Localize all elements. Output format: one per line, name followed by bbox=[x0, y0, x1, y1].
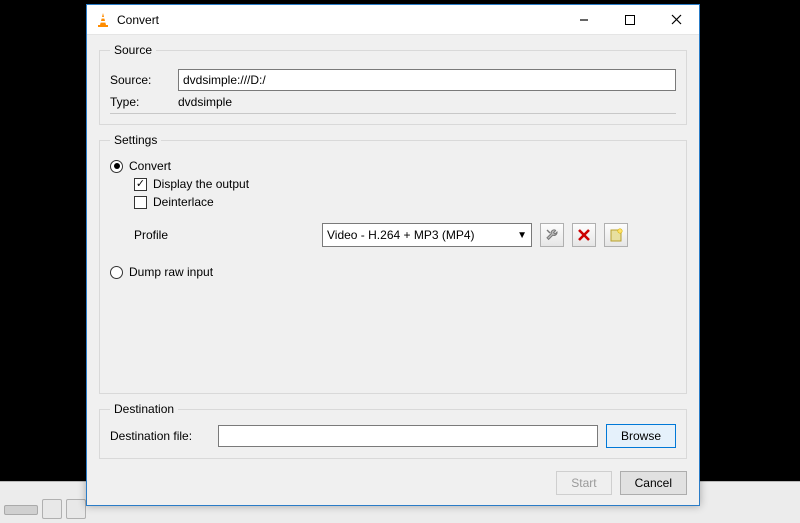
vlc-btn-2[interactable] bbox=[66, 499, 86, 519]
delete-icon bbox=[576, 227, 592, 243]
destination-file-label: Destination file: bbox=[110, 429, 210, 443]
display-output-label: Display the output bbox=[153, 177, 249, 191]
destination-file-input[interactable] bbox=[218, 425, 598, 447]
new-profile-icon bbox=[608, 227, 624, 243]
browse-button[interactable]: Browse bbox=[606, 424, 676, 448]
radio-icon bbox=[110, 266, 123, 279]
window-title: Convert bbox=[117, 13, 561, 27]
minimize-button[interactable] bbox=[561, 5, 607, 34]
source-legend: Source bbox=[110, 43, 156, 57]
vlc-btn-1[interactable] bbox=[42, 499, 62, 519]
vlc-cone-icon bbox=[95, 12, 111, 28]
new-profile-button[interactable] bbox=[604, 223, 628, 247]
convert-dialog: Convert Source Source: bbox=[86, 4, 700, 506]
titlebar: Convert bbox=[87, 5, 699, 35]
deinterlace-label: Deinterlace bbox=[153, 195, 214, 209]
radio-icon bbox=[110, 160, 123, 173]
convert-radio-label: Convert bbox=[129, 159, 171, 173]
source-separator bbox=[110, 113, 676, 114]
dump-raw-label: Dump raw input bbox=[129, 265, 213, 279]
destination-group: Destination Destination file: Browse bbox=[99, 402, 687, 459]
deinterlace-checkbox[interactable]: Deinterlace bbox=[134, 195, 214, 209]
close-icon bbox=[671, 14, 682, 25]
wrench-icon bbox=[544, 227, 560, 243]
display-output-checkbox[interactable]: Display the output bbox=[134, 177, 249, 191]
close-button[interactable] bbox=[653, 5, 699, 34]
maximize-button[interactable] bbox=[607, 5, 653, 34]
volume-slider-stub[interactable] bbox=[4, 505, 38, 515]
dump-raw-radio[interactable]: Dump raw input bbox=[110, 265, 213, 279]
type-label: Type: bbox=[110, 95, 170, 109]
type-value: dvdsimple bbox=[178, 95, 232, 109]
profile-value: Video - H.264 + MP3 (MP4) bbox=[327, 228, 475, 242]
maximize-icon bbox=[625, 15, 635, 25]
source-label: Source: bbox=[110, 73, 170, 87]
dialog-action-row: Start Cancel bbox=[99, 467, 687, 495]
profile-label: Profile bbox=[134, 228, 314, 242]
destination-legend: Destination bbox=[110, 402, 178, 416]
checkbox-icon bbox=[134, 178, 147, 191]
cancel-button[interactable]: Cancel bbox=[620, 471, 687, 495]
checkbox-icon bbox=[134, 196, 147, 209]
start-button[interactable]: Start bbox=[556, 471, 611, 495]
edit-profile-button[interactable] bbox=[540, 223, 564, 247]
delete-profile-button[interactable] bbox=[572, 223, 596, 247]
settings-group: Settings Convert Display the output bbox=[99, 133, 687, 394]
source-input[interactable] bbox=[178, 69, 676, 91]
source-group: Source Source: Type: dvdsimple bbox=[99, 43, 687, 125]
profile-dropdown[interactable]: Video - H.264 + MP3 (MP4) ▼ bbox=[322, 223, 532, 247]
convert-radio[interactable]: Convert bbox=[110, 159, 171, 173]
settings-legend: Settings bbox=[110, 133, 161, 147]
chevron-down-icon: ▼ bbox=[517, 230, 527, 241]
